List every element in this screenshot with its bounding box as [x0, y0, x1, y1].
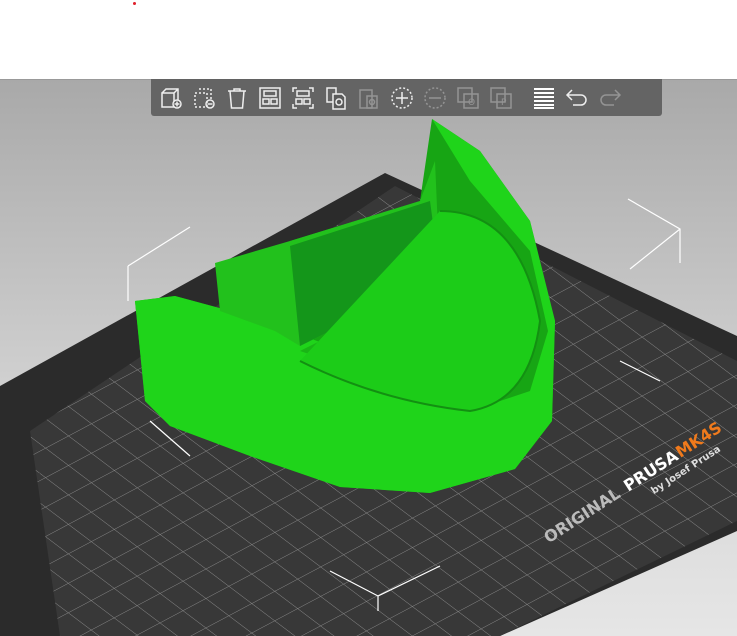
arrange-selection-icon — [292, 86, 314, 109]
paste-icon — [359, 88, 378, 109]
add-button[interactable] — [157, 84, 185, 112]
add-instance-button[interactable] — [388, 84, 416, 112]
split-parts-icon: P — [490, 86, 512, 109]
top-panel — [0, 0, 737, 79]
arrange-button[interactable] — [256, 84, 284, 112]
undo-icon — [565, 88, 587, 106]
delete-object-icon — [194, 87, 215, 109]
3d-viewport[interactable]: ORIGINAL PRUSA MK4S by Josef Prusa — [0, 79, 737, 636]
add-object-icon — [161, 87, 182, 109]
add-instance-icon — [391, 86, 413, 109]
paste-button[interactable] — [355, 84, 383, 112]
svg-text:O: O — [468, 98, 475, 108]
arrange-selection-button[interactable] — [289, 84, 317, 112]
split-objects-button[interactable]: O — [454, 84, 482, 112]
scene: ORIGINAL PRUSA MK4S by Josef Prusa — [0, 119, 737, 636]
delete-button[interactable] — [190, 84, 218, 112]
remove-instance-icon — [424, 86, 446, 109]
redo-button[interactable] — [596, 84, 624, 112]
copy-icon — [326, 86, 346, 110]
main-toolbar: O P — [151, 79, 662, 116]
status-dot — [133, 2, 136, 5]
split-parts-button[interactable]: P — [487, 84, 515, 112]
trash-icon — [228, 87, 246, 109]
undo-button[interactable] — [563, 84, 591, 112]
svg-text:P: P — [501, 98, 507, 108]
arrange-icon — [259, 86, 281, 109]
copy-button[interactable] — [322, 84, 350, 112]
layers-editing-button[interactable] — [530, 84, 558, 112]
split-objects-icon: O — [457, 86, 479, 109]
redo-icon — [600, 88, 622, 106]
delete-all-button[interactable] — [223, 84, 251, 112]
layers-editing-icon — [534, 87, 554, 109]
remove-instance-button[interactable] — [421, 84, 449, 112]
